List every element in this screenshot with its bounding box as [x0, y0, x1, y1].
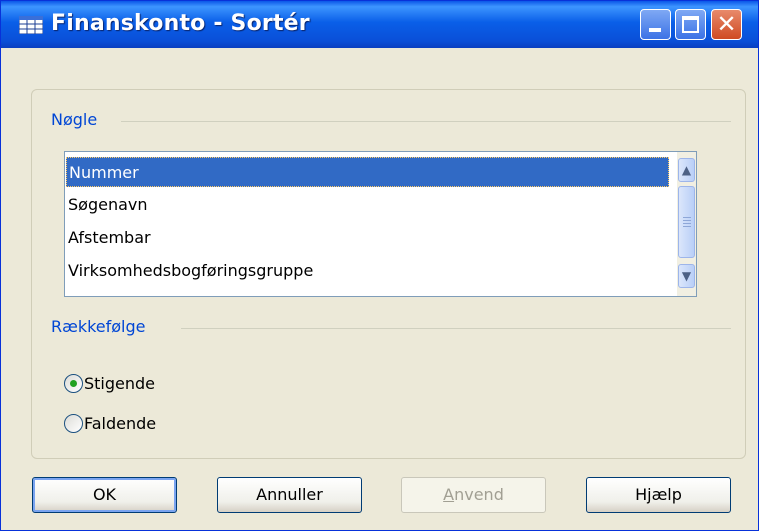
radio-selected-dot — [70, 380, 77, 387]
maximize-icon — [682, 16, 699, 33]
close-icon: ✕ — [716, 10, 737, 38]
order-group-divider — [181, 328, 731, 329]
maximize-button[interactable] — [675, 9, 706, 40]
grip-line — [683, 217, 691, 218]
minimize-button[interactable] — [640, 9, 671, 40]
scroll-down-button[interactable]: ▼ — [678, 264, 695, 288]
grip-line — [683, 226, 691, 227]
radio-ascending-label[interactable]: Stigende — [84, 371, 155, 397]
sort-key-listbox[interactable]: Nummer Søgenavn Afstembar Virksomhedsbog… — [64, 151, 697, 297]
radio-descending-label[interactable]: Faldende — [84, 411, 156, 437]
list-item-virksomhedsbogfoeringsgruppe[interactable]: Virksomhedsbogføringsgruppe — [66, 256, 669, 286]
apply-button[interactable]: Anvend — [401, 477, 546, 513]
listbox-scrollbar[interactable]: ▲ ▼ — [677, 152, 696, 296]
ok-button[interactable]: OK — [32, 477, 177, 513]
list-item-soegenavn[interactable]: Søgenavn — [66, 190, 669, 220]
grip-line — [683, 223, 691, 224]
chevron-down-icon: ▼ — [681, 269, 692, 283]
radio-ascending-circle[interactable] — [64, 374, 83, 393]
apply-button-mnemonic: A — [443, 485, 455, 504]
list-item-nummer[interactable]: Nummer — [66, 157, 669, 187]
help-button[interactable]: Hjælp — [586, 477, 731, 513]
radio-descending-circle[interactable] — [64, 414, 83, 433]
list-item-afstembar[interactable]: Afstembar — [66, 223, 669, 253]
minimize-icon — [649, 28, 661, 32]
apply-button-label: nvend — [454, 485, 504, 504]
close-button[interactable]: ✕ — [711, 9, 742, 40]
table-icon — [19, 16, 43, 34]
order-group-label: Rækkefølge — [51, 317, 152, 336]
chevron-up-icon: ▲ — [681, 163, 692, 177]
key-group-label: Nøgle — [51, 110, 104, 129]
scroll-up-button[interactable]: ▲ — [678, 158, 695, 182]
title-bar[interactable]: Finanskonto - Sortér ✕ — [1, 1, 758, 48]
key-group-divider — [121, 121, 731, 122]
window-title: Finanskonto - Sortér — [51, 11, 310, 36]
grip-line — [683, 220, 691, 221]
cancel-button[interactable]: Annuller — [217, 477, 362, 513]
scroll-thumb[interactable] — [678, 186, 695, 258]
sort-dialog: Finanskonto - Sortér ✕ Nøgle Nummer Søge… — [0, 0, 759, 531]
